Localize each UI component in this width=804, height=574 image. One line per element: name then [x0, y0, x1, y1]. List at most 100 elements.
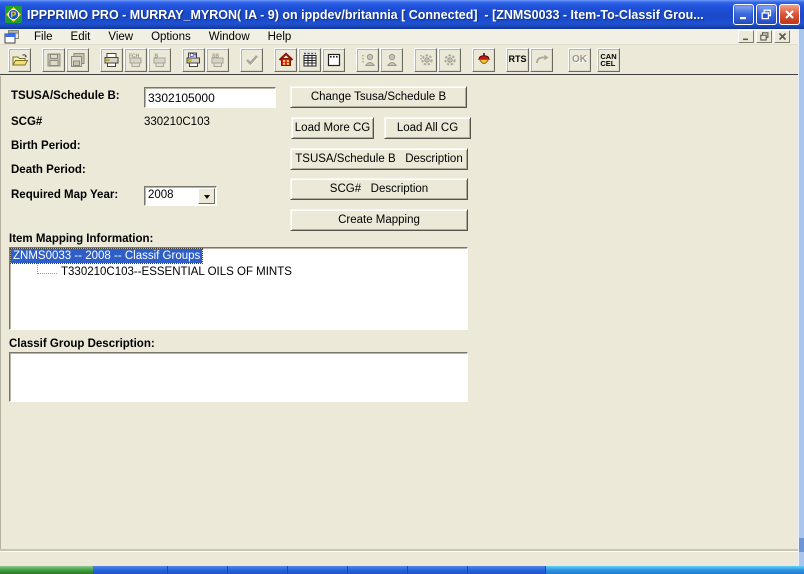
tree-root-item[interactable]: ZNMS0033 -- 2008 -- Classif Groups	[11, 249, 202, 263]
mdi-restore-icon	[760, 32, 769, 41]
menu-item-file[interactable]: File	[25, 30, 62, 44]
load-more-cg-button[interactable]: Load More CG	[291, 117, 374, 139]
background-window-scroll-block	[799, 538, 804, 552]
window-icon	[326, 52, 342, 68]
grid-button[interactable]	[298, 48, 321, 72]
menu-item-view[interactable]: View	[99, 30, 142, 44]
menu-item-options[interactable]: Options	[142, 30, 200, 44]
open-folder-icon	[11, 52, 29, 68]
tree-connector-line	[37, 263, 57, 274]
close-button[interactable]	[779, 4, 800, 25]
save-button	[42, 48, 65, 72]
taskbar-divider	[347, 566, 348, 574]
map-year-label: Required Map Year:	[11, 189, 118, 201]
open-button[interactable]	[8, 48, 31, 72]
taskbar-divider	[167, 566, 168, 574]
toolbar: FCH B CH SB RTS OK CAN CEL	[0, 45, 798, 75]
rts-button[interactable]: RTS	[506, 48, 529, 72]
taskbar	[0, 566, 804, 574]
item-mapping-tree[interactable]: ZNMS0033 -- 2008 -- Classif Groups T3302…	[9, 247, 468, 330]
taskbar-tray-area	[545, 566, 804, 574]
gears2-button	[438, 48, 461, 72]
tree-root-row[interactable]: ZNMS0033 -- 2008 -- Classif Groups	[11, 250, 466, 262]
svg-text:P: P	[11, 10, 17, 20]
taskbar-buttons-area[interactable]	[93, 566, 545, 574]
home-icon	[278, 52, 294, 68]
mdi-minimize-button[interactable]	[738, 30, 754, 43]
minimize-button[interactable]	[733, 4, 754, 25]
person2-button	[380, 48, 403, 72]
checkmark-icon	[244, 52, 260, 68]
print-icon	[103, 52, 120, 68]
acorn-button[interactable]	[472, 48, 495, 72]
ok-button: OK	[568, 48, 591, 72]
cancel-label: CAN CEL	[600, 53, 616, 67]
menu-item-edit[interactable]: Edit	[62, 30, 100, 44]
map-year-combobox[interactable]: 2008	[144, 186, 217, 206]
mdi-window-buttons	[738, 30, 790, 43]
background-window-strip	[798, 29, 804, 566]
menu-item-window[interactable]: Window	[200, 30, 259, 44]
ok-label: OK	[572, 55, 587, 64]
rts-label: RTS	[509, 55, 527, 64]
item-mapping-label: Item Mapping Information:	[9, 233, 153, 245]
taskbar-divider	[287, 566, 288, 574]
mdi-close-button[interactable]	[774, 30, 790, 43]
person2-icon	[384, 52, 400, 68]
app-icon: P	[5, 6, 22, 23]
mdi-close-icon	[778, 32, 787, 41]
load-all-cg-button[interactable]: Load All CG	[384, 117, 471, 139]
print-b-icon: B	[151, 52, 168, 68]
taskbar-divider	[227, 566, 228, 574]
restore-icon	[761, 9, 772, 20]
gears-icon	[418, 52, 434, 68]
print-b-button: B	[148, 48, 171, 72]
save-all-button	[66, 48, 89, 72]
redo-button	[530, 48, 553, 72]
cancel-button[interactable]: CAN CEL	[597, 48, 620, 72]
print-sb-icon: SB	[209, 52, 226, 68]
taskbar-divider	[467, 566, 468, 574]
close-icon	[784, 9, 795, 20]
gears2-icon	[442, 52, 458, 68]
home-button[interactable]	[274, 48, 297, 72]
save-icon	[46, 52, 62, 68]
create-mapping-button[interactable]: Create Mapping	[290, 209, 468, 231]
print-sb-button: SB	[206, 48, 229, 72]
start-button[interactable]	[0, 566, 93, 574]
statusbar	[0, 551, 798, 566]
menubar: File Edit View Options Window Help	[0, 29, 798, 45]
tsusa-label: TSUSA/Schedule B:	[11, 90, 120, 102]
window-button[interactable]	[322, 48, 345, 72]
gears-button	[414, 48, 437, 72]
save-all-icon	[70, 52, 86, 68]
print-ch-button[interactable]: CH	[182, 48, 205, 72]
tsusa-input[interactable]	[144, 87, 276, 108]
scg-description-button[interactable]: SCG# Description	[290, 178, 468, 200]
tree-child-row[interactable]: T330210C103--ESSENTIAL OILS OF MINTS	[11, 266, 466, 278]
death-period-label: Death Period:	[11, 164, 86, 176]
minimize-icon	[738, 9, 749, 20]
tree-child-item[interactable]: T330210C103--ESSENTIAL OILS OF MINTS	[61, 266, 292, 278]
mdi-restore-button[interactable]	[756, 30, 772, 43]
titlebar: P IPPPRIMO PRO - MURRAY_MYRON( IA - 9) o…	[0, 0, 804, 29]
map-year-value: 2008	[145, 187, 197, 205]
classif-description-textarea[interactable]	[9, 352, 468, 402]
person-button	[356, 48, 379, 72]
change-tsusa-button[interactable]: Change Tsusa/Schedule B	[290, 86, 467, 108]
mdi-system-icon[interactable]	[4, 30, 20, 44]
combo-arrow-button[interactable]	[198, 188, 215, 204]
menu-item-help[interactable]: Help	[259, 30, 301, 44]
taskbar-divider	[407, 566, 408, 574]
redo-icon	[534, 52, 550, 68]
apply-button	[240, 48, 263, 72]
print-fch-button: FCH	[124, 48, 147, 72]
print-button[interactable]	[100, 48, 123, 72]
person-icon	[360, 52, 376, 68]
acorn-icon	[476, 52, 492, 68]
tsusa-description-button[interactable]: TSUSA/Schedule B Description	[290, 148, 468, 170]
window-title: IPPPRIMO PRO - MURRAY_MYRON( IA - 9) on …	[27, 8, 731, 22]
birth-period-label: Birth Period:	[11, 140, 81, 152]
classif-description-label: Classif Group Description:	[9, 338, 155, 350]
restore-button[interactable]	[756, 4, 777, 25]
